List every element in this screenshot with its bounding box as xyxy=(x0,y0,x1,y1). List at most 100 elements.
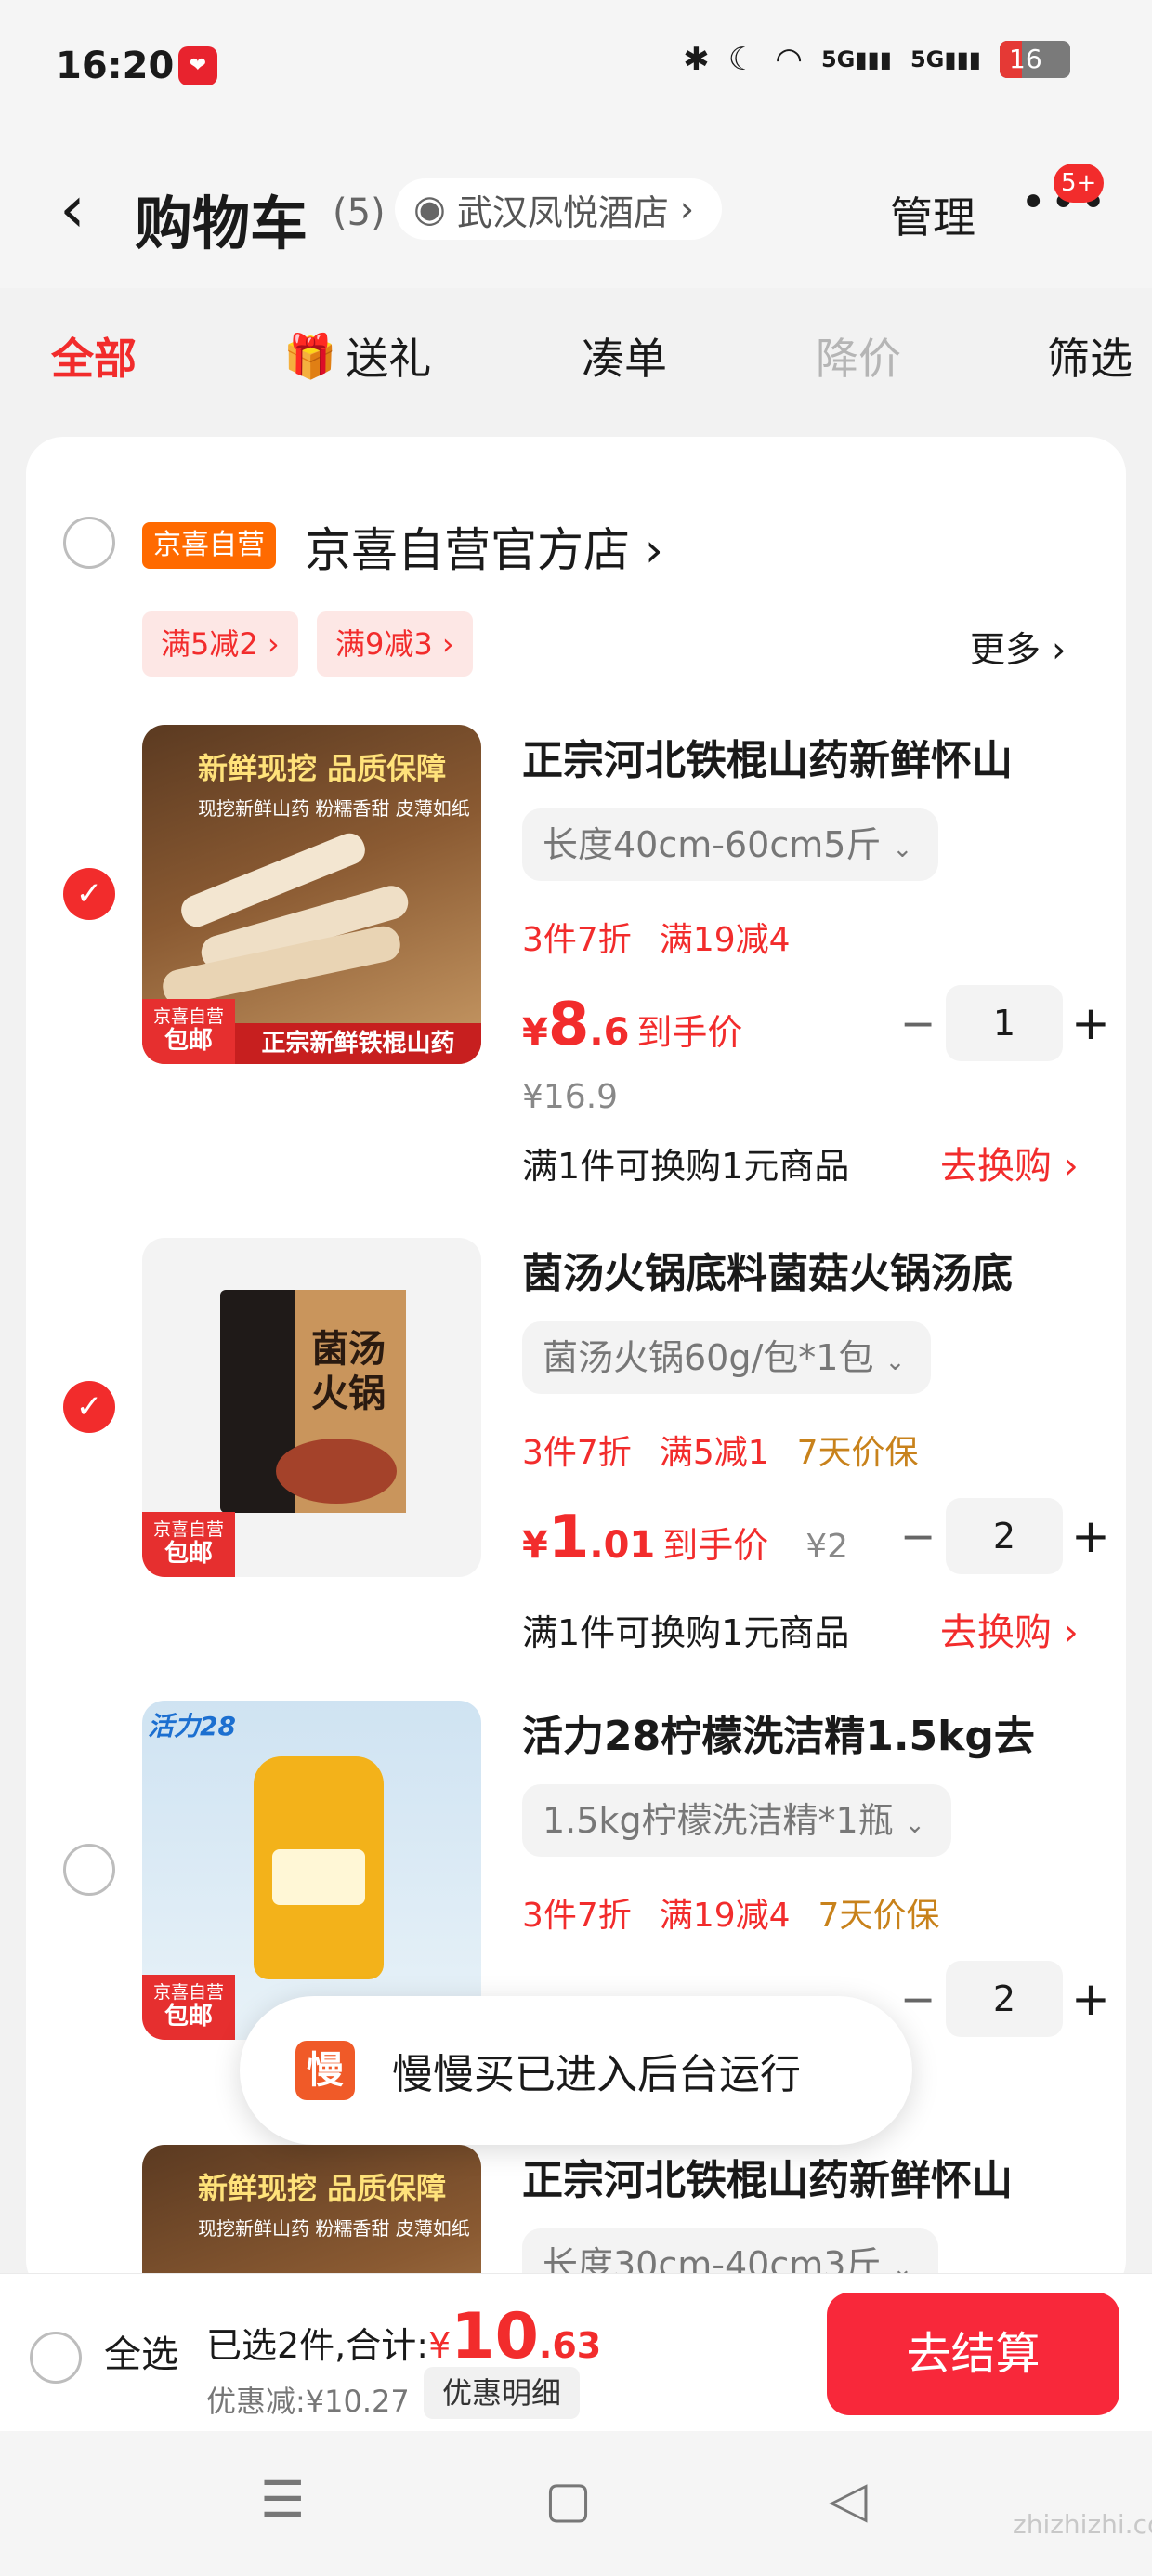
total-summary: 已选2件,合计:¥10.63 xyxy=(206,2300,602,2373)
item-checkbox[interactable]: ✓ xyxy=(63,1381,115,1433)
app-notification-icon: ❤ xyxy=(178,46,217,85)
checkout-button[interactable]: 去结算 xyxy=(827,2293,1119,2415)
spec-selector[interactable]: 1.5kg柠檬洗洁精*1瓶 ⌄ xyxy=(522,1784,951,1857)
coupon-chip[interactable]: 满9减3 › xyxy=(317,611,473,677)
address-label: 武汉凤悦酒店 xyxy=(456,191,669,233)
bottle-shape xyxy=(254,1756,384,1979)
cart-count: (5) xyxy=(333,191,386,234)
discount-detail-button[interactable]: 优惠明细 xyxy=(424,2367,581,2419)
image-subtext: 现挖新鲜山药 粉糯香甜 皮薄如纸 xyxy=(198,2217,470,2240)
deal-price: ¥8.6 到手价 xyxy=(522,991,743,1059)
moon-icon: ☾ xyxy=(727,41,757,78)
signal-icon: 5G▮▮▮ xyxy=(820,46,892,72)
cart-tabs: 全部 🎁 送礼 凑单 降价 筛选 xyxy=(0,288,1152,418)
app-icon: 慢 xyxy=(295,2041,355,2100)
swap-link[interactable]: 去换购 › xyxy=(940,1602,1079,1656)
image-badge-bottom: 包邮 xyxy=(164,2003,213,2031)
tab-gift[interactable]: 🎁 送礼 xyxy=(283,325,431,387)
image-badge-top: 京喜自营 xyxy=(152,1982,224,2003)
image-badge-bottom: 包邮 xyxy=(164,1027,213,1055)
swap-text: 满1件可换购1元商品 xyxy=(522,1612,850,1653)
image-headline: 新鲜现挖 品质保障 xyxy=(198,2171,447,2206)
page-title: 购物车 xyxy=(135,190,308,257)
increase-button[interactable]: + xyxy=(1063,1509,1119,1563)
select-all-label[interactable]: 全选 xyxy=(104,2324,178,2378)
tab-combine[interactable]: 凑单 xyxy=(582,325,667,387)
bottle-label xyxy=(272,1849,365,1905)
battery-icon: 16 xyxy=(1000,41,1070,78)
spec-selector[interactable]: 菌汤火锅60g/包*1包 ⌄ xyxy=(522,1321,932,1394)
item-checkbox[interactable]: ✓ xyxy=(63,868,115,920)
decrease-button[interactable]: − xyxy=(890,1974,946,2024)
checkout-bar: 全选 已选2件,合计:¥10.63 优惠减:¥10.27 优惠明细 去结算 xyxy=(0,2273,1152,2431)
watermark: zhizhizhi.com xyxy=(1013,2509,1152,2540)
product-image[interactable]: 菌汤火锅 京喜自营 包邮 xyxy=(142,1238,481,1577)
product-name[interactable]: 正宗河北铁棍山药新鲜怀山 xyxy=(522,727,1013,786)
deal-price: ¥1.01 到手价 ¥2 xyxy=(522,1504,849,1572)
home-icon[interactable]: ▢ xyxy=(544,2470,592,2529)
image-badge-top: 京喜自营 xyxy=(152,1006,224,1027)
promo-tags: 3件7折 满19减4 7天价保 xyxy=(522,1897,940,1935)
eye-icon: ◉ xyxy=(413,188,446,230)
item-checkbox[interactable] xyxy=(63,1844,115,1896)
decrease-button[interactable]: − xyxy=(890,1511,946,1561)
quantity-stepper[interactable]: − 1 + xyxy=(890,985,1119,1061)
back-icon[interactable]: ‹ xyxy=(59,177,85,242)
image-subtext: 现挖新鲜山药 粉糯香甜 皮薄如纸 xyxy=(198,797,470,820)
chevron-right-icon: › xyxy=(679,189,695,230)
notification-badge: 5+ xyxy=(1054,164,1105,203)
quantity-input[interactable]: 2 xyxy=(946,1498,1063,1574)
gift-icon: 🎁 xyxy=(283,330,337,381)
package-title: 菌汤火锅 xyxy=(311,1328,386,1415)
more-coupons-link[interactable]: 更多 › xyxy=(970,621,1066,672)
status-bar: 16:20 ❤ ✱ ☾ ◠ 5G▮▮▮ 5G▮▮▮ 16 xyxy=(0,0,1152,139)
spec-selector[interactable]: 长度40cm-60cm5斤 ⌄ xyxy=(522,808,939,881)
status-icons: ✱ ☾ ◠ 5G▮▮▮ 5G▮▮▮ 16 xyxy=(683,41,1070,78)
tab-all[interactable]: 全部 xyxy=(51,325,137,387)
image-badge: 京喜自营 包邮 xyxy=(142,999,235,1064)
store-name[interactable]: 京喜自营官方店 › xyxy=(305,513,663,580)
original-price: ¥16.9 xyxy=(522,1078,619,1116)
select-all-checkbox[interactable] xyxy=(30,2332,82,2384)
quantity-stepper[interactable]: − 2 + xyxy=(890,1498,1119,1574)
image-badge-top: 京喜自营 xyxy=(152,1519,224,1540)
back-nav-icon[interactable]: ◁ xyxy=(829,2470,868,2529)
bluetooth-icon: ✱ xyxy=(683,41,710,78)
quantity-input[interactable]: 2 xyxy=(946,1961,1063,2037)
store-checkbox[interactable] xyxy=(63,517,115,569)
discount-text: 优惠减:¥10.27 xyxy=(206,2384,410,2419)
quantity-input[interactable]: 1 xyxy=(946,985,1063,1061)
toast-text: 慢慢买已进入后台运行 xyxy=(392,2051,801,2098)
promo-tags: 3件7折 满19减4 xyxy=(522,921,791,959)
image-badge: 京喜自营 包邮 xyxy=(142,1975,235,2040)
increase-button[interactable]: + xyxy=(1063,996,1119,1050)
promo-tags: 3件7折 满5减1 7天价保 xyxy=(522,1434,919,1472)
tab-filter[interactable]: 筛选 xyxy=(1047,325,1132,387)
image-banner: 正宗新鲜铁棍山药 xyxy=(235,1023,481,1064)
decrease-button[interactable]: − xyxy=(890,998,946,1048)
system-nav-bar: ☰ ▢ ◁ xyxy=(0,2431,1152,2576)
increase-button[interactable]: + xyxy=(1063,1972,1119,2026)
swap-text: 满1件可换购1元商品 xyxy=(522,1146,850,1187)
product-name[interactable]: 菌汤火锅底料菌菇火锅汤底 xyxy=(522,1240,1013,1299)
brand-logo: 活力28 xyxy=(148,1711,236,1741)
product-image[interactable]: 新鲜现挖 品质保障 现挖新鲜山药 粉糯香甜 皮薄如纸 京喜自营 包邮 正宗新鲜铁… xyxy=(142,725,481,1064)
background-toast: 慢 慢慢买已进入后台运行 xyxy=(240,1996,912,2145)
hotpot-bowl xyxy=(276,1439,397,1504)
store-tag: 京喜自营 xyxy=(142,522,276,569)
swap-link[interactable]: 去换购 › xyxy=(940,1136,1079,1189)
title-bar: ‹ 购物车 (5) ◉ 武汉凤悦酒店 › 管理 ••• 5+ xyxy=(0,139,1152,288)
coupon-chip[interactable]: 满5减2 › xyxy=(142,611,298,677)
product-image[interactable]: 活力28 京喜自营 包邮 xyxy=(142,1701,481,2040)
product-name[interactable]: 活力28柠檬洗洁精1.5kg去 xyxy=(522,1702,1035,1762)
menu-icon[interactable]: ☰ xyxy=(260,2470,305,2529)
manage-button[interactable]: 管理 xyxy=(890,184,975,245)
image-headline: 新鲜现挖 品质保障 xyxy=(198,751,447,786)
tab-gift-label: 送礼 xyxy=(346,334,432,384)
tab-price-drop[interactable]: 降价 xyxy=(816,325,901,387)
address-selector[interactable]: ◉ 武汉凤悦酒店 › xyxy=(395,178,723,240)
signal-icon-2: 5G▮▮▮ xyxy=(910,46,981,72)
product-name[interactable]: 正宗河北铁棍山药新鲜怀山 xyxy=(522,2147,1013,2206)
quantity-stepper[interactable]: − 2 + xyxy=(890,1961,1119,2037)
wifi-icon: ◠ xyxy=(775,41,803,78)
